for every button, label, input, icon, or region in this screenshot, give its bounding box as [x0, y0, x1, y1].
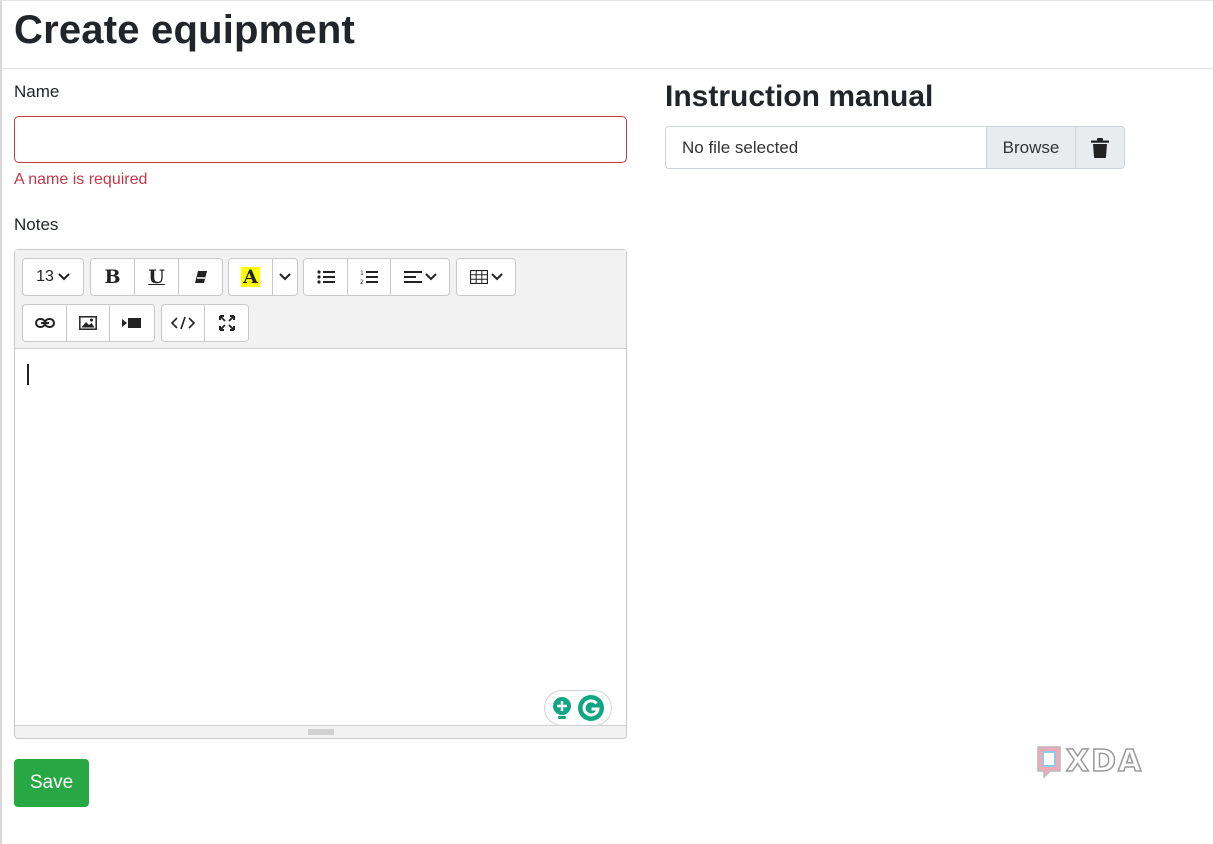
- font-size-dropdown[interactable]: 13: [23, 259, 83, 295]
- unordered-list-button[interactable]: [304, 259, 348, 295]
- file-name-display[interactable]: No file selected: [666, 127, 986, 168]
- color-group: A: [228, 258, 298, 296]
- font-size-group: 13: [22, 258, 84, 296]
- text-cursor: [27, 364, 29, 385]
- table-button[interactable]: [457, 259, 515, 295]
- editor-toolbar: 13 B U A 1 2: [15, 250, 626, 349]
- insert-group: [22, 304, 155, 342]
- eraser-icon: [194, 271, 207, 283]
- font-size-value: 13: [36, 268, 54, 285]
- manual-file-input[interactable]: No file selected Browse: [665, 126, 1125, 169]
- code-icon: [171, 316, 195, 330]
- code-view-button[interactable]: [162, 305, 205, 341]
- grammarly-icon: [578, 695, 604, 721]
- underline-icon: U: [148, 266, 165, 288]
- picture-icon: [79, 316, 97, 330]
- bullet-list-icon: [316, 270, 335, 284]
- name-error-message: A name is required: [14, 171, 148, 188]
- bold-button[interactable]: B: [91, 259, 135, 295]
- clear-format-button[interactable]: [179, 259, 222, 295]
- xda-watermark: XDA: [1036, 743, 1144, 780]
- page-title: Create equipment: [14, 8, 356, 52]
- numbered-list-icon: 1 2: [360, 270, 378, 285]
- notes-edit-area[interactable]: [15, 350, 626, 726]
- expand-icon: [218, 315, 235, 331]
- paragraph-align-button[interactable]: [391, 259, 449, 295]
- title-divider: [2, 68, 1213, 69]
- picture-button[interactable]: [67, 305, 110, 341]
- video-button[interactable]: [110, 305, 154, 341]
- grammarly-suggestion-icon: [553, 697, 571, 719]
- trash-icon: [1091, 137, 1109, 158]
- chevron-down-icon: [279, 273, 291, 281]
- list-group: 1 2: [303, 258, 450, 296]
- browse-button[interactable]: Browse: [986, 127, 1075, 168]
- link-button[interactable]: [23, 305, 67, 341]
- table-icon: [469, 270, 488, 284]
- font-style-group: B U: [90, 258, 223, 296]
- name-input[interactable]: [14, 116, 627, 163]
- delete-file-button[interactable]: [1075, 127, 1124, 168]
- notes-label: Notes: [14, 215, 59, 234]
- notes-editor: 13 B U A 1 2: [14, 249, 627, 739]
- text-color-button[interactable]: A: [229, 259, 273, 295]
- color-dropdown-button[interactable]: [273, 259, 297, 295]
- ordered-list-button[interactable]: 1 2: [348, 259, 391, 295]
- instruction-manual-title: Instruction manual: [665, 80, 934, 113]
- fullscreen-button[interactable]: [205, 305, 248, 341]
- link-icon: [34, 318, 55, 328]
- table-group: [456, 258, 516, 296]
- svg-text:1: 1: [360, 270, 364, 277]
- xda-logo-icon: [1037, 745, 1061, 779]
- underline-button[interactable]: U: [135, 259, 179, 295]
- save-button[interactable]: Save: [14, 759, 89, 807]
- chevron-down-icon: [58, 273, 70, 281]
- chevron-down-icon: [490, 273, 503, 281]
- video-icon: [122, 318, 141, 328]
- name-label: Name: [14, 82, 60, 101]
- align-left-icon: [403, 271, 422, 283]
- chevron-down-icon: [424, 273, 437, 281]
- view-group: [161, 304, 249, 342]
- editor-resize-handle[interactable]: [15, 725, 626, 738]
- xda-logo-text: XDA: [1065, 743, 1144, 780]
- bold-icon: B: [104, 266, 121, 288]
- text-color-icon: A: [241, 266, 260, 288]
- grip-icon: [307, 729, 334, 735]
- grammarly-widget[interactable]: [544, 690, 612, 726]
- svg-text:2: 2: [360, 279, 364, 285]
